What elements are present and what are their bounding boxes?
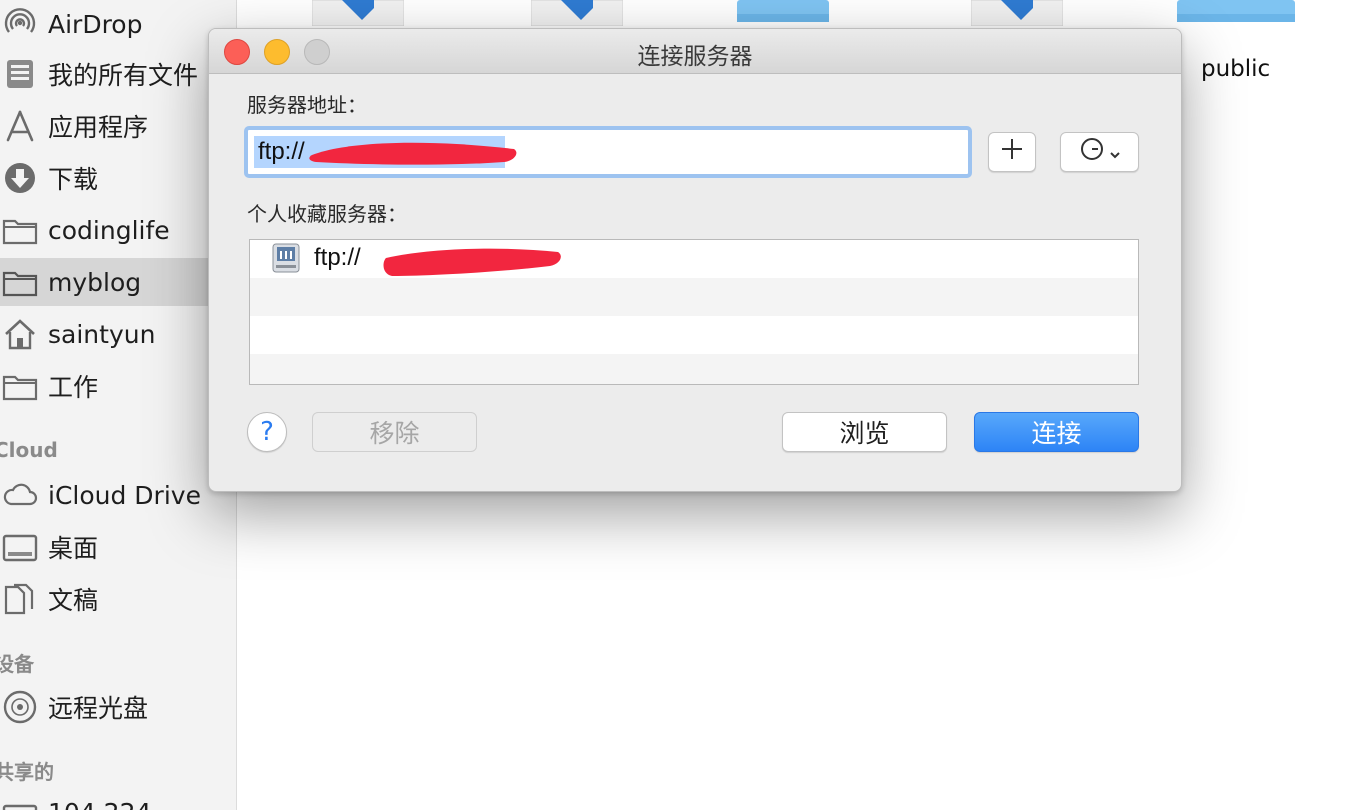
sidebar-item-label: 下载 (48, 165, 99, 194)
home-icon (0, 314, 40, 354)
sidebar-section-shared: 共享的 (0, 760, 54, 784)
sidebar-item-downloads[interactable]: 下载 (0, 154, 236, 202)
favorite-servers-label: 个人收藏服务器： (247, 202, 407, 226)
sidebar-item-codinglife[interactable]: codinglife (0, 206, 236, 254)
sidebar-item-remote-disc[interactable]: 远程光盘 (0, 683, 236, 731)
redaction-mark (383, 248, 561, 276)
airdrop-icon (0, 4, 40, 44)
sidebar-item-airdrop[interactable]: AirDrop (0, 0, 236, 48)
server-address-field[interactable] (244, 126, 972, 178)
desktop-icon (0, 527, 40, 567)
sidebar-item-label: 文稿 (48, 586, 99, 615)
list-row-empty (250, 316, 1138, 354)
downloads-icon (0, 158, 40, 198)
sidebar-item-label: codinglife (48, 215, 170, 245)
chevron-down-icon (1109, 138, 1121, 167)
code-file-icon[interactable] (312, 0, 404, 26)
sidebar-item-label: 远程光盘 (48, 694, 149, 723)
display-icon (0, 792, 40, 810)
finder-sidebar: AirDrop 我的所有文件 应用程序 下载 codinglife myblog (0, 0, 237, 810)
dialog-title: 连接服务器 (637, 44, 753, 70)
code-file-icon[interactable] (531, 0, 623, 26)
folder-icon (0, 262, 40, 302)
sidebar-item-label: 104.224 (48, 798, 151, 810)
sidebar-item-all-files[interactable]: 我的所有文件 (0, 50, 236, 98)
sidebar-item-label: myblog (48, 267, 142, 297)
sidebar-item-documents[interactable]: 文稿 (0, 575, 236, 623)
sidebar-item-applications[interactable]: 应用程序 (0, 102, 236, 150)
favorite-server-address: ftp:// (314, 244, 361, 271)
server-address-label: 服务器地址： (247, 93, 367, 117)
folder-icon (0, 366, 40, 406)
sidebar-item-icloud-drive[interactable]: iCloud Drive (0, 471, 236, 519)
list-item[interactable]: ftp:// (250, 240, 1138, 278)
sidebar-item-label: AirDrop (48, 9, 143, 39)
add-favorite-button[interactable] (988, 132, 1036, 172)
documents-icon (0, 579, 40, 619)
sidebar-section-devices: 设备 (0, 652, 34, 676)
list-row-empty (250, 278, 1138, 316)
redaction-mark (309, 142, 517, 165)
sidebar-item-label: 应用程序 (48, 113, 149, 142)
disc-icon (0, 687, 40, 727)
folder-icon (0, 210, 40, 250)
sidebar-item-myblog[interactable]: myblog (0, 258, 236, 306)
dialog-titlebar[interactable]: 连接服务器 (209, 29, 1181, 74)
connect-button[interactable]: 连接 (974, 412, 1139, 452)
clock-icon (1079, 136, 1105, 168)
sidebar-section-icloud: Cloud (0, 438, 58, 462)
remove-button: 移除 (312, 412, 477, 452)
sidebar-item-label: 工作 (48, 373, 99, 402)
folder-name-public[interactable]: public (1201, 56, 1270, 82)
server-icon (272, 243, 300, 277)
sidebar-item-label: 桌面 (48, 534, 99, 563)
sidebar-item-label: iCloud Drive (48, 480, 201, 510)
help-button[interactable]: ? (247, 412, 287, 452)
sidebar-item-label: 我的所有文件 (48, 61, 199, 90)
favorite-servers-list[interactable]: ftp:// (249, 239, 1139, 385)
sidebar-item-shared-host[interactable]: 104.224 (0, 788, 236, 810)
code-file-icon[interactable] (971, 0, 1063, 26)
sidebar-item-saintyun[interactable]: saintyun (0, 310, 236, 358)
browse-button[interactable]: 浏览 (782, 412, 947, 452)
applications-icon (0, 106, 40, 146)
folder-thumb-icon[interactable] (1177, 0, 1297, 24)
plus-icon (1000, 137, 1024, 167)
sidebar-item-label: saintyun (48, 319, 156, 349)
sidebar-item-desktop[interactable]: 桌面 (0, 523, 236, 571)
folder-thumb-icon[interactable] (737, 0, 829, 24)
recent-servers-button[interactable] (1060, 132, 1139, 172)
all-files-icon (0, 54, 40, 94)
connect-server-dialog: 连接服务器 服务器地址： 个人收藏服务器： (208, 28, 1182, 492)
list-row-empty (250, 354, 1138, 384)
cloud-icon (0, 475, 40, 515)
sidebar-item-work[interactable]: 工作 (0, 362, 236, 410)
